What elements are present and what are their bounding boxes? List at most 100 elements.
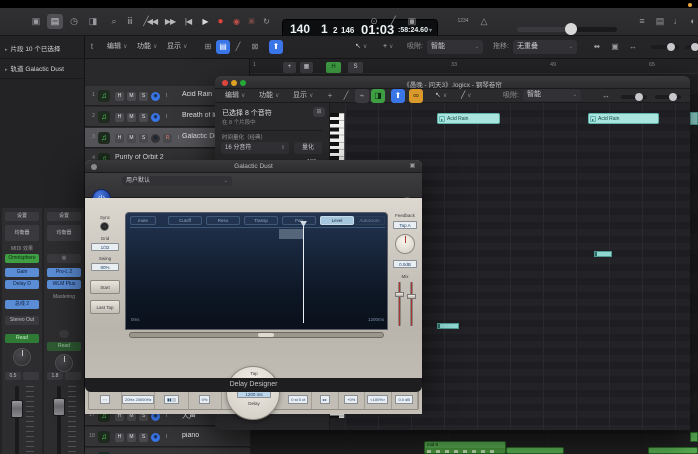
strip-setting-button[interactable]: 设置 (47, 212, 81, 221)
tap-marker-line[interactable] (303, 223, 304, 323)
param-value[interactable]: <100%> (367, 395, 388, 404)
track-row[interactable]: 18♫HMS◉Ipiano (85, 427, 250, 447)
midi-region-green[interactable]: mid 8 (424, 441, 506, 454)
track-h-button[interactable]: H (115, 433, 124, 442)
param-value[interactable]: +0% (344, 395, 358, 404)
solo-tracks-button[interactable]: S (348, 62, 363, 73)
toolbar-info-icon[interactable]: ◨ (85, 14, 101, 29)
track-s-button[interactable]: S (139, 113, 148, 122)
input-monitor-button[interactable]: ◉ (151, 433, 160, 442)
track-h-button[interactable]: H (115, 113, 124, 122)
pr-menu-functions[interactable]: 功能 ∨ (259, 89, 279, 103)
scrollbar-handle[interactable] (258, 333, 274, 337)
strip-fx-slot-1[interactable]: Gain (5, 268, 39, 277)
vertical-zoom-slider[interactable] (651, 45, 679, 49)
quick-help-icon[interactable]: ▣ (28, 14, 44, 29)
rewind-button[interactable]: ◀◀ (144, 13, 160, 30)
catch-playhead-icon[interactable]: ⬆ (269, 40, 283, 54)
pr-menu-view[interactable]: 显示 ∨ (293, 89, 313, 103)
strip-volume-value[interactable]: 0.5 (5, 372, 21, 380)
param-value[interactable]: ▮▮▯▯ (164, 395, 179, 404)
quantize-dropdown[interactable]: 16 分音符⇕ (221, 142, 289, 154)
volume-knob[interactable] (565, 23, 577, 35)
region-inspector-header[interactable]: ▸片段 10 个已选择 (0, 40, 85, 59)
metronome-icon[interactable]: △ (476, 14, 492, 29)
menu-edit[interactable]: 编辑 ∨ (107, 40, 127, 54)
strip-output-slot[interactable]: Stereo Out (5, 316, 39, 325)
toolbar-clock-icon[interactable]: ◷ (66, 14, 82, 29)
autozoom-button[interactable]: Autozoom (354, 216, 385, 225)
notepad-icon[interactable]: ⊞ (313, 107, 325, 117)
note-pads-icon[interactable]: ▤ (652, 14, 668, 29)
strip-fx-slot-1[interactable]: Pro-L 2 (47, 268, 81, 277)
strip-peak-value[interactable] (23, 372, 39, 380)
record-enable-button[interactable]: R (163, 134, 172, 143)
sync-led-button[interactable] (100, 222, 109, 231)
track-s-button[interactable]: S (139, 134, 148, 143)
plugin-titlebar[interactable]: Galactic Dust ▣ (85, 160, 422, 173)
hide-tracks-button[interactable]: H (326, 62, 341, 73)
bell-icon[interactable]: ♩ (670, 14, 686, 29)
go-to-start-button[interactable]: |◀ (180, 13, 196, 30)
track-h-button[interactable]: H (115, 134, 124, 143)
view-tab-level[interactable]: Level (320, 216, 354, 225)
param-value[interactable]: 0 st 0 ct (288, 395, 308, 404)
midi-note[interactable] (594, 251, 612, 257)
midi-out-icon[interactable]: ◨ (371, 89, 385, 103)
preset-dropdown[interactable]: 用户默认⌄ (122, 176, 232, 186)
track-h-button[interactable]: H (115, 92, 124, 101)
tap-display[interactable]: mute CutoffResoTranspPanLevel Autozoom 0… (125, 212, 388, 330)
record-button[interactable]: ● (212, 13, 228, 30)
add-track-button[interactable]: + (283, 62, 296, 73)
pointer-tool-menu[interactable]: ↖ ∨ (355, 40, 367, 54)
feedback-tap-value[interactable]: Tap A (393, 221, 417, 229)
input-monitor-button[interactable]: ◉ (151, 92, 160, 101)
swing-value[interactable]: 80% (91, 263, 119, 271)
param-value[interactable]: ▸▸ (320, 395, 330, 404)
edit-pencil-icon[interactable]: ╱ (385, 14, 401, 29)
midi-note[interactable] (437, 323, 459, 329)
tool-t-icon[interactable]: t (85, 40, 99, 54)
strip-pan-knob[interactable] (13, 348, 31, 366)
tap-selection-block[interactable] (279, 229, 303, 239)
menu-functions[interactable]: 功能 ∨ (137, 40, 157, 54)
feedback-knob[interactable] (395, 234, 415, 254)
strip-setting-button[interactable]: 设置 (5, 212, 39, 221)
input-monitor-button[interactable]: ◉ (151, 113, 160, 122)
draw-icon[interactable]: ╱ (231, 40, 245, 54)
duplicate-track-button[interactable]: ▦ (300, 62, 313, 73)
strip-empty-slot[interactable]: ◎ (47, 254, 81, 263)
track-m-button[interactable]: M (127, 113, 136, 122)
pr-vzoom-slider[interactable] (621, 95, 647, 99)
track-i-button[interactable]: I (175, 134, 182, 143)
pencil-icon[interactable]: ╱ (339, 89, 353, 103)
track-inspector-header[interactable]: ▸轨道 Galactic Dust (0, 60, 85, 79)
lcd-bar[interactable]: 1 (321, 22, 328, 36)
list-editors-icon[interactable]: ≡ (634, 14, 650, 29)
track-i-button[interactable]: I (163, 433, 170, 442)
fit-zoom-icon[interactable]: ↔ (626, 40, 640, 54)
strip-eq-display[interactable]: 均衡器 (5, 225, 39, 241)
strip-pan-knob[interactable] (55, 354, 73, 372)
mix-slider-dry[interactable] (410, 282, 413, 326)
main-bar-ruler[interactable]: 117334965 + ▦ H S (250, 59, 698, 74)
auto-track-zoom-icon[interactable]: ▣ (608, 40, 622, 54)
horizontal-zoom-slider[interactable] (685, 45, 697, 49)
mixer-icon[interactable]: ⅲ (122, 14, 138, 29)
display-scrollbar[interactable] (129, 332, 384, 338)
drag-dropdown[interactable]: 无重叠⌄ (513, 40, 577, 54)
replace-button[interactable]: ▣ (243, 13, 259, 30)
catch-icon[interactable]: ⬆ (391, 89, 405, 103)
param-value[interactable]: ▫ ▫ (100, 395, 110, 404)
view-tab-cutoff[interactable]: Cutoff (168, 216, 202, 225)
marquee-icon[interactable]: ⊠ (248, 40, 262, 54)
strip-volume-value[interactable]: 1.8 (47, 372, 63, 380)
midi-region-cyan[interactable]: ▸Acid Rain (437, 113, 500, 124)
region-sliver-cyan[interactable] (690, 112, 698, 125)
cycle-button[interactable]: ↻ (258, 13, 274, 30)
region-sliver-green[interactable] (690, 432, 698, 442)
master-volume-slider[interactable] (517, 21, 617, 37)
piano-roll-titlebar[interactable]: 《愚晚 - 问天3》.logicx - 钢琴卷帘 (215, 76, 690, 89)
strip-peak-value[interactable] (65, 372, 81, 380)
lane-tab-mute[interactable]: mute (130, 216, 156, 225)
